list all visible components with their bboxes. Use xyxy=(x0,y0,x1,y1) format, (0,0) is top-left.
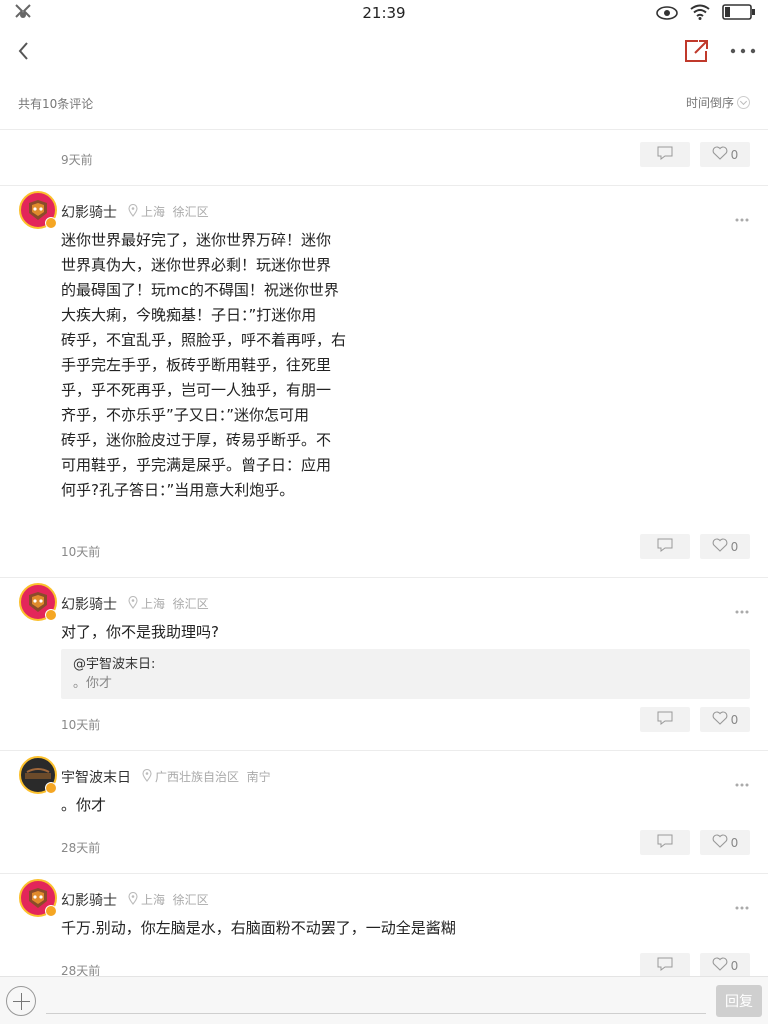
battery-icon xyxy=(722,4,756,24)
location: 上海 徐汇区 xyxy=(128,595,209,612)
reply-button[interactable] xyxy=(640,534,690,559)
location-pin-icon xyxy=(128,891,138,908)
like-button[interactable]: 0 xyxy=(700,707,750,732)
comment-more-icon[interactable] xyxy=(734,896,750,910)
comment-bubble-icon xyxy=(657,710,673,729)
sort-label: 时间倒序 xyxy=(685,96,734,110)
divider xyxy=(0,750,768,751)
avatar[interactable] xyxy=(19,879,57,917)
comment-text: 。你才 xyxy=(61,796,107,814)
plus-circle-icon[interactable] xyxy=(6,986,36,1016)
location: 上海 徐汇区 xyxy=(128,891,209,908)
like-count: 0 xyxy=(730,539,739,554)
comment-text: 对了，你不是我助理吗? xyxy=(61,623,219,641)
location-text: 上海 徐汇区 xyxy=(141,597,209,611)
like-button[interactable]: 0 xyxy=(700,142,750,167)
vip-badge-icon xyxy=(45,905,57,917)
comment-time: 10天前 xyxy=(61,545,101,559)
location-text: 广西壮族自治区 南宁 xyxy=(155,770,271,784)
like-count: 0 xyxy=(730,147,739,162)
like-count: 0 xyxy=(730,835,739,850)
location-pin-icon xyxy=(128,595,138,612)
comment-more-icon[interactable] xyxy=(734,773,750,787)
avatar[interactable] xyxy=(19,191,57,229)
like-button[interactable]: 0 xyxy=(700,953,750,978)
heart-outline-icon xyxy=(712,146,728,163)
location-text: 上海 徐汇区 xyxy=(141,893,209,907)
status-time: 21:39 xyxy=(362,4,406,22)
more-options-icon[interactable] xyxy=(728,40,758,62)
like-button[interactable]: 0 xyxy=(700,534,750,559)
reply-submit-button[interactable]: 回复 xyxy=(716,985,762,1017)
quote-text: 。你才 xyxy=(73,676,113,691)
location-pin-icon xyxy=(142,768,152,785)
username[interactable]: 幻影骑士 xyxy=(61,202,117,222)
vip-badge-icon xyxy=(45,609,57,621)
username[interactable]: 幻影骑士 xyxy=(61,594,117,614)
heart-outline-icon xyxy=(712,711,728,728)
divider xyxy=(0,577,768,578)
reply-button[interactable] xyxy=(640,953,690,978)
quote-author: @宇智波末日: xyxy=(73,657,156,672)
location-text: 上海 徐汇区 xyxy=(141,205,209,219)
comment-time: 10天前 xyxy=(61,718,101,732)
vip-badge-icon xyxy=(45,217,57,229)
comment-list-header: 共有10条评论 时间倒序 xyxy=(0,78,768,130)
divider xyxy=(0,185,768,186)
comment-time: 28天前 xyxy=(61,841,101,855)
location-pin-icon xyxy=(128,203,138,220)
reply-button[interactable] xyxy=(640,142,690,167)
comment-bubble-icon xyxy=(657,537,673,556)
reply-input-bar: 回复 xyxy=(0,976,768,1024)
heart-outline-icon xyxy=(712,957,728,974)
username[interactable]: 幻影骑士 xyxy=(61,890,117,910)
share-icon[interactable] xyxy=(682,38,710,64)
username[interactable]: 宇智波末日 xyxy=(61,767,131,787)
avatar[interactable] xyxy=(19,756,57,794)
sort-toggle[interactable]: 时间倒序 xyxy=(686,94,750,111)
comment-bubble-icon xyxy=(657,956,673,975)
reply-button[interactable] xyxy=(640,830,690,855)
location: 上海 徐汇区 xyxy=(128,203,209,220)
comment-more-icon[interactable] xyxy=(734,208,750,222)
location: 广西壮族自治区 南宁 xyxy=(142,768,271,785)
eye-icon xyxy=(656,5,678,24)
quoted-reply[interactable]: @宇智波末日: 。你才 xyxy=(61,649,750,699)
comment-text: 千万.别动，你左脑是水，右脑面粉不动罢了，一动全是酱糊 xyxy=(61,919,456,937)
vip-badge-icon xyxy=(45,782,57,794)
comment-more-icon[interactable] xyxy=(734,600,750,614)
like-button[interactable]: 0 xyxy=(700,830,750,855)
reply-input[interactable] xyxy=(46,1013,706,1014)
avatar[interactable] xyxy=(19,583,57,621)
comment-bubble-icon xyxy=(657,145,673,164)
like-count: 0 xyxy=(730,958,739,973)
comment-bubble-icon xyxy=(657,833,673,852)
wifi-icon xyxy=(690,4,710,24)
comment-count: 共有10条评论 xyxy=(18,97,94,111)
heart-outline-icon xyxy=(712,834,728,851)
heart-outline-icon xyxy=(712,538,728,555)
divider xyxy=(0,873,768,874)
like-count: 0 xyxy=(730,712,739,727)
nav-bar xyxy=(0,26,768,78)
back-icon[interactable] xyxy=(12,36,38,66)
reply-button[interactable] xyxy=(640,707,690,732)
status-bar: 21:39 xyxy=(0,0,768,26)
comment-time: 9天前 xyxy=(61,153,93,167)
comment-text: 迷你世界最好完了，迷你世界万碎！迷你 世界真伪大，迷你世界必剩！玩迷你世界 的最… xyxy=(61,231,347,499)
chevron-down-icon xyxy=(737,96,750,109)
